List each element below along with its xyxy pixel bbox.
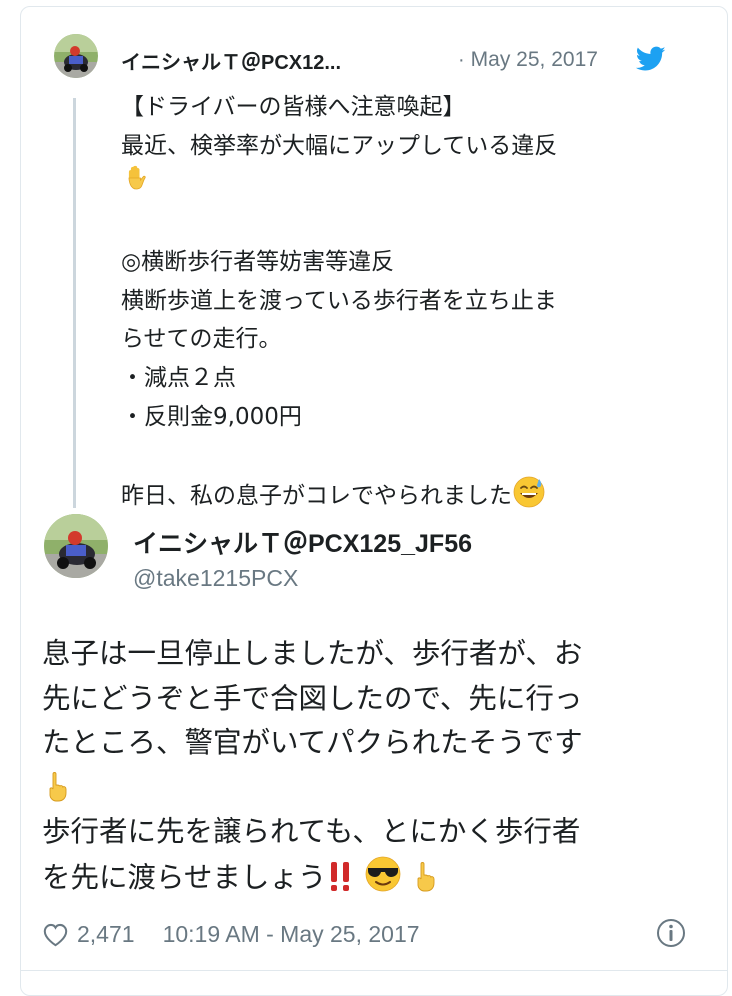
raised-hand-emoji [121, 165, 153, 197]
heart-icon[interactable] [42, 922, 69, 947]
quoted-line: ◎横断歩行者等妨害等違反 [121, 248, 395, 275]
main-line: たところ、警官がいてパクられたそうです [42, 726, 583, 760]
main-line: を先に渡らせましょう [42, 855, 702, 901]
main-line: 歩行者に先を譲られても、とにかく歩行者 [42, 815, 581, 849]
main-line [42, 766, 702, 811]
quoted-tweet-text: 【ドライバーの皆様へ注意喚起】 最近、検挙率が大幅にアップしている違反 ◎横断歩… [121, 88, 681, 516]
quoted-line: 横断歩道上を渡っている歩行者を立ち止ま [121, 287, 557, 314]
sweat-smile-emoji [512, 475, 546, 509]
pointing-up-emoji [42, 771, 72, 803]
double-exclamation-emoji [326, 859, 356, 893]
pointing-up-emoji [410, 861, 440, 893]
main-tweet-handle[interactable]: @take1215PCX [133, 565, 298, 592]
header-separator: · [458, 48, 465, 71]
main-tweet-text: 息子は一旦停止しましたが、歩行者が、お 先にどうぞと手で合図したので、先に行っ … [42, 632, 702, 901]
main-tweet-display-name[interactable]: イニシャルＴ＠PCX125_JF56 [133, 524, 472, 560]
quoted-line: らせての走行。 [121, 326, 282, 353]
quoted-line-text: 昨日、私の息子がコレでやられました [121, 483, 512, 509]
footer-divider [20, 970, 728, 971]
main-line: 先にどうぞと手で合図したので、先に行っ [42, 681, 583, 715]
main-tweet-avatar[interactable] [44, 514, 108, 578]
quoted-line: ・反則金9,000円 [121, 403, 302, 430]
like-count[interactable]: 2,471 [77, 921, 135, 948]
quoted-tweet-avatar[interactable] [54, 34, 98, 78]
quoted-tweet-display-name[interactable]: イニシャルＴ＠PCX12... [121, 46, 426, 75]
quoted-line: ・減点２点 [121, 364, 236, 391]
twitter-bird-icon[interactable] [636, 46, 666, 72]
tweet-footer: 2,471 10:19 AM - May 25, 2017 [42, 914, 702, 954]
quoted-line [121, 165, 681, 204]
quoted-tweet-date[interactable]: May 25, 2017 [471, 48, 598, 72]
quoted-line: 【ドライバーの皆様へ注意喚起】 [121, 94, 466, 120]
tweet-timestamp[interactable]: 10:19 AM - May 25, 2017 [163, 921, 420, 948]
main-line: 息子は一旦停止しましたが、歩行者が、お [42, 637, 583, 670]
quoted-tweet-header: イニシャルＴ＠PCX12... · May 25, 2017 [121, 44, 666, 76]
info-icon[interactable] [656, 918, 686, 948]
thread-connector-line [73, 98, 76, 508]
quoted-line: 昨日、私の息子がコレでやられました [121, 475, 681, 516]
main-line-text: を先に渡らせましょう [42, 860, 327, 894]
sunglasses-emoji [364, 855, 402, 893]
quoted-line: 最近、検挙率が大幅にアップしている違反 [121, 132, 558, 159]
